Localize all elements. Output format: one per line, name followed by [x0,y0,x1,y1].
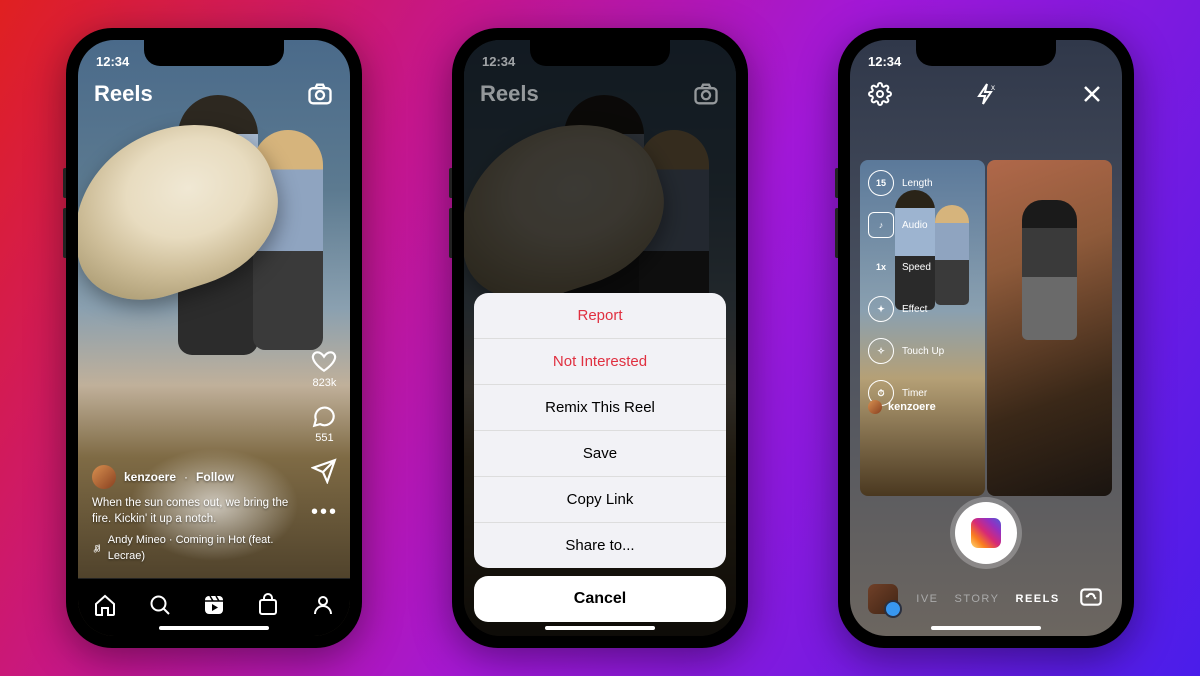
phone-remix-camera: 12:34 x 15Length ♪Audio 1xSpeed ✦E [838,28,1134,648]
sheet-report[interactable]: Report [474,293,726,339]
remix-source-user[interactable]: kenzoere [868,400,936,414]
camera-icon [692,80,720,108]
follow-button[interactable]: Follow [196,469,234,486]
home-indicator[interactable] [931,626,1041,630]
phone-reel-view: 12:34 Reels 823k 551 [66,28,362,648]
search-tab-icon[interactable] [148,593,172,622]
camera-icon[interactable] [306,80,334,108]
reel-caption: When the sun comes out, we bring the fir… [92,495,290,527]
music-note-icon: ♪ [868,212,894,238]
sheet-not-interested[interactable]: Not Interested [474,339,726,385]
gallery-button[interactable] [868,584,898,614]
user-avatar[interactable] [92,465,116,489]
camera-modes: IVE STORY REELS [916,593,1059,605]
profile-tab-icon[interactable] [311,593,335,622]
notch [144,40,284,66]
shop-tab-icon[interactable] [256,593,280,622]
page-title: Reels [480,81,539,107]
tool-length[interactable]: 15Length [868,170,944,196]
comment-button[interactable]: 551 [311,403,337,444]
user-avatar [868,400,882,414]
mode-live[interactable]: IVE [916,593,938,605]
username[interactable]: kenzoere [124,469,176,486]
close-icon[interactable] [1080,82,1104,111]
tool-touchup[interactable]: ✧Touch Up [868,338,944,364]
share-button[interactable] [311,458,337,484]
settings-gear-icon[interactable] [868,82,892,111]
shutter-button[interactable] [955,502,1017,564]
remix-camera-preview [987,160,1112,496]
audio-attribution[interactable]: Andy Mineo · Coming in Hot (feat. Lecrae… [92,533,290,564]
sheet-cancel[interactable]: Cancel [474,576,726,622]
sheet-copy-link[interactable]: Copy Link [474,477,726,523]
mode-story[interactable]: STORY [955,593,1000,605]
home-indicator[interactable] [159,626,269,630]
status-time: 12:34 [96,54,129,69]
like-button[interactable]: 823k [311,348,337,389]
tool-effect[interactable]: ✦Effect [868,296,944,322]
comment-count: 551 [315,432,333,444]
tool-audio[interactable]: ♪Audio [868,212,944,238]
sheet-remix[interactable]: Remix This Reel [474,385,726,431]
separator: · [184,469,188,486]
camera-tools: 15Length ♪Audio 1xSpeed ✦Effect ✧Touch U… [868,170,944,406]
sparkle-icon: ✦ [868,296,894,322]
flash-off-icon[interactable]: x [974,82,998,111]
reels-tab-icon[interactable] [202,593,226,622]
home-indicator[interactable] [545,626,655,630]
status-time: 12:34 [482,54,515,69]
sheet-share-to[interactable]: Share to... [474,523,726,568]
phone-action-sheet: 12:34 Reels Report Not Interested Remix … [452,28,748,648]
notch [916,40,1056,66]
more-options-button[interactable]: ••• [311,498,338,526]
notch [530,40,670,66]
like-count: 823k [313,377,337,389]
reels-icon [971,518,1001,548]
sheet-save[interactable]: Save [474,431,726,477]
wand-icon: ✧ [868,338,894,364]
home-tab-icon[interactable] [93,593,117,622]
flip-camera-icon[interactable] [1078,583,1104,614]
page-title: Reels [94,81,153,107]
action-sheet: Report Not Interested Remix This Reel Sa… [474,293,726,622]
tool-speed[interactable]: 1xSpeed [868,254,944,280]
status-time: 12:34 [868,54,901,69]
svg-text:x: x [991,83,995,92]
mode-reels[interactable]: REELS [1016,593,1060,605]
